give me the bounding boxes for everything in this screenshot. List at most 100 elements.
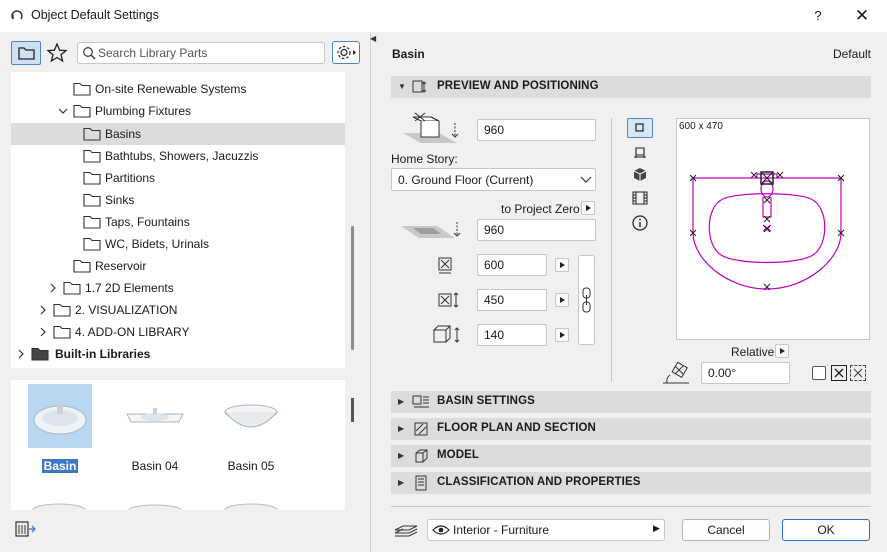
section-floor-plan-and-section[interactable]: ▶ FLOOR PLAN AND SECTION bbox=[391, 418, 871, 440]
tree-item-label: On-site Renewable Systems bbox=[95, 82, 247, 96]
search-icon bbox=[83, 47, 96, 60]
basin-thumbnail-image bbox=[224, 404, 278, 428]
3d-view-button[interactable] bbox=[627, 165, 653, 185]
tree-item-label: Partitions bbox=[105, 171, 156, 185]
object-height-menu-button[interactable] bbox=[555, 328, 569, 342]
collapse-panel-icon[interactable]: ◀ bbox=[370, 34, 376, 43]
gear-icon bbox=[337, 45, 356, 60]
layer-dropdown[interactable]: Interior - Furniture ▶ bbox=[427, 519, 665, 541]
chevron-down-icon[interactable] bbox=[57, 100, 69, 122]
home-story-value: 0. Ground Floor (Current) bbox=[398, 173, 534, 187]
anchor-point-button[interactable] bbox=[831, 365, 847, 381]
elevation-field[interactable]: 960 bbox=[477, 219, 596, 241]
thumbnail-scrollbar[interactable] bbox=[351, 398, 354, 422]
layers-icon bbox=[394, 525, 418, 537]
tree-item-add-on-library[interactable]: 4. ADD-ON LIBRARY bbox=[11, 321, 345, 343]
section-preview-positioning[interactable]: ▼ PREVIEW AND POSITIONING bbox=[391, 76, 871, 98]
object-height-field[interactable]: 140 bbox=[477, 324, 547, 346]
tree-item-plumbing-fixtures[interactable]: Plumbing Fixtures bbox=[11, 100, 345, 122]
window-title: Object Default Settings bbox=[31, 8, 159, 22]
settings-state-label: Default bbox=[832, 47, 871, 61]
section-title: FLOOR PLAN AND SECTION bbox=[437, 422, 596, 434]
to-project-zero-label: to Project Zero bbox=[501, 202, 580, 216]
tree-scrollbar[interactable] bbox=[351, 226, 354, 350]
favorites-tab[interactable] bbox=[45, 41, 69, 65]
folder-icon bbox=[53, 303, 71, 317]
positioning-icon bbox=[412, 80, 427, 93]
library-manager-button[interactable] bbox=[12, 517, 38, 541]
star-icon bbox=[46, 42, 68, 63]
width-menu-button[interactable] bbox=[555, 258, 569, 272]
thumbnail-basin[interactable]: Basin bbox=[25, 384, 95, 473]
side-view-button[interactable] bbox=[627, 143, 653, 163]
tree-item-2d-elements[interactable]: 1.7 2D Elements bbox=[11, 277, 345, 299]
mirrored-anchor-button[interactable] bbox=[850, 365, 866, 381]
preview-film-button[interactable] bbox=[627, 188, 653, 208]
search-input[interactable] bbox=[98, 44, 320, 62]
tree-item-visualization[interactable]: 2. VISUALIZATION bbox=[11, 299, 345, 321]
tree-item-taps-fountains[interactable]: Taps, Fountains bbox=[11, 211, 345, 233]
section-title: CLASSIFICATION AND PROPERTIES bbox=[437, 476, 641, 488]
project-zero-menu-button[interactable] bbox=[581, 201, 595, 215]
preview-divider bbox=[611, 118, 612, 382]
folder-view-tab[interactable] bbox=[11, 41, 41, 65]
close-button[interactable]: ✕ bbox=[850, 6, 874, 26]
tree-item-bathtubs[interactable]: Bathtubs, Showers, Jacuzzis bbox=[11, 145, 345, 167]
triangle-right-icon: ▶ bbox=[398, 424, 405, 433]
folder-filled-icon bbox=[31, 347, 49, 361]
plan-preview bbox=[676, 118, 870, 340]
folder-icon bbox=[73, 82, 91, 96]
library-settings-button[interactable] bbox=[332, 41, 360, 64]
info-icon bbox=[632, 215, 648, 231]
tree-item-sinks[interactable]: Sinks bbox=[11, 189, 345, 211]
tree-item-label: Plumbing Fixtures bbox=[95, 104, 192, 118]
tree-item-reservoir[interactable]: Reservoir bbox=[11, 255, 345, 277]
folder-icon bbox=[83, 237, 101, 251]
preview-size-label: 600 x 470 bbox=[679, 121, 723, 132]
height-field[interactable]: 960 bbox=[477, 119, 596, 141]
section-model[interactable]: ▶ MODEL bbox=[391, 445, 871, 467]
plan-view-button[interactable] bbox=[627, 118, 653, 138]
section-classification-properties[interactable]: ▶ CLASSIFICATION AND PROPERTIES bbox=[391, 472, 871, 494]
chevron-right-icon[interactable] bbox=[15, 343, 27, 365]
thumbnail-basin-05[interactable]: Basin 05 bbox=[216, 384, 286, 473]
tree-item-built-in-libraries[interactable]: Built-in Libraries bbox=[11, 343, 345, 365]
chevron-right-icon[interactable] bbox=[47, 277, 59, 299]
home-story-label: Home Story: bbox=[391, 152, 458, 166]
triangle-right-icon: ▶ bbox=[398, 478, 405, 487]
tree-item-basins[interactable]: Basins bbox=[11, 123, 345, 145]
width-field[interactable]: 600 bbox=[477, 254, 547, 276]
depth-menu-button[interactable] bbox=[555, 293, 569, 307]
chevron-right-icon[interactable] bbox=[37, 299, 49, 321]
thumbnail-basin-04[interactable]: Basin 04 bbox=[120, 384, 190, 473]
tree-item-on-site-renewable-systems[interactable]: On-site Renewable Systems bbox=[11, 78, 345, 100]
tree-item-label: 4. ADD-ON LIBRARY bbox=[75, 325, 190, 339]
panel-divider[interactable] bbox=[370, 32, 371, 552]
tree-item-wc-bidets-urinals[interactable]: WC, Bidets, Urinals bbox=[11, 233, 345, 255]
section-title: PREVIEW AND POSITIONING bbox=[437, 80, 599, 92]
section-title: MODEL bbox=[437, 449, 480, 461]
mirror-checkbox[interactable] bbox=[812, 366, 826, 380]
basin-thumbnail-image bbox=[126, 408, 184, 423]
square-icon bbox=[635, 123, 644, 132]
info-button[interactable] bbox=[627, 213, 653, 233]
part-name: Basin bbox=[392, 47, 425, 61]
tree-item-label: 1.7 2D Elements bbox=[85, 281, 174, 295]
section-basin-settings[interactable]: ▶ BASIN SETTINGS bbox=[391, 391, 871, 413]
folder-icon bbox=[83, 149, 101, 163]
depth-field[interactable]: 450 bbox=[477, 289, 547, 311]
chevron-right-icon[interactable] bbox=[37, 321, 49, 343]
folder-icon bbox=[83, 215, 101, 229]
section-title: BASIN SETTINGS bbox=[437, 395, 535, 407]
tree-item-partitions[interactable]: Partitions bbox=[11, 167, 345, 189]
cancel-button[interactable]: Cancel bbox=[682, 519, 770, 541]
rotation-angle-field[interactable]: 0.00° bbox=[701, 362, 790, 384]
ok-button[interactable]: OK bbox=[782, 519, 870, 541]
help-button[interactable]: ? bbox=[808, 6, 828, 26]
tree-item-label: Built-in Libraries bbox=[55, 347, 151, 361]
depth-icon bbox=[438, 292, 459, 308]
relative-menu-button[interactable] bbox=[775, 344, 789, 358]
library-thumbnails: Basin Basin 04 Basin 05 bbox=[11, 380, 345, 510]
mirrored-anchor-icon bbox=[853, 368, 863, 378]
proportion-lock-button[interactable] bbox=[578, 255, 595, 345]
